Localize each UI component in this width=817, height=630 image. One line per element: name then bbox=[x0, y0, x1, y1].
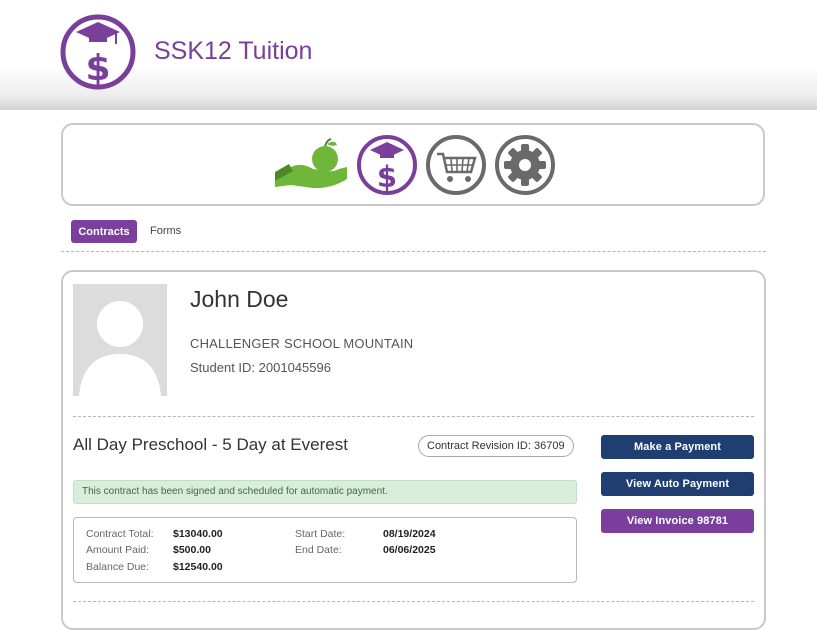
tab-contracts[interactable]: Contracts bbox=[71, 220, 137, 243]
tab-forms[interactable]: Forms bbox=[150, 220, 181, 243]
amount-paid-label: Amount Paid: bbox=[86, 544, 150, 556]
app-header: $ SSK12 Tuition bbox=[0, 0, 817, 110]
view-auto-payment-button[interactable]: View Auto Payment bbox=[601, 472, 754, 496]
student-id: Student ID: 2001045596 bbox=[190, 360, 331, 375]
tuition-dollar-icon[interactable]: $ bbox=[356, 134, 418, 196]
app-title: SSK12 Tuition bbox=[154, 37, 313, 65]
signed-status-alert: This contract has been signed and schedu… bbox=[73, 480, 577, 504]
contract-total-value: $13040.00 bbox=[173, 528, 223, 540]
module-nav-bar: $ bbox=[61, 123, 765, 206]
make-payment-button[interactable]: Make a Payment bbox=[601, 435, 754, 459]
balance-due-label: Balance Due: bbox=[86, 561, 150, 573]
tuition-logo-icon: $ bbox=[60, 14, 136, 90]
view-invoice-button[interactable]: View Invoice 98781 bbox=[601, 509, 754, 533]
start-date-value: 08/19/2024 bbox=[383, 528, 436, 540]
student-name: John Doe bbox=[190, 286, 289, 312]
card-bottom-divider bbox=[73, 601, 754, 602]
contract-title: All Day Preschool - 5 Day at Everest bbox=[73, 435, 348, 454]
svg-text:$: $ bbox=[85, 48, 110, 89]
start-date-label: Start Date: bbox=[295, 528, 346, 540]
shopping-cart-icon[interactable] bbox=[425, 134, 487, 196]
tabs-divider bbox=[61, 251, 766, 252]
end-date-label: End Date: bbox=[295, 544, 342, 556]
hand-apple-icon[interactable] bbox=[273, 137, 349, 193]
balance-due-value: $12540.00 bbox=[173, 561, 223, 573]
gear-icon[interactable] bbox=[494, 134, 556, 196]
svg-text:$: $ bbox=[377, 160, 397, 194]
contract-summary: Contract Total: $13040.00 Amount Paid: $… bbox=[73, 517, 577, 583]
avatar bbox=[73, 284, 167, 396]
contract-revision-badge: Contract Revision ID: 36709 bbox=[418, 435, 574, 457]
school-name: CHALLENGER SCHOOL MOUNTAIN bbox=[190, 336, 414, 351]
card-divider bbox=[73, 416, 754, 417]
contract-total-label: Contract Total: bbox=[86, 528, 154, 540]
end-date-value: 06/06/2025 bbox=[383, 544, 436, 556]
amount-paid-value: $500.00 bbox=[173, 544, 211, 556]
